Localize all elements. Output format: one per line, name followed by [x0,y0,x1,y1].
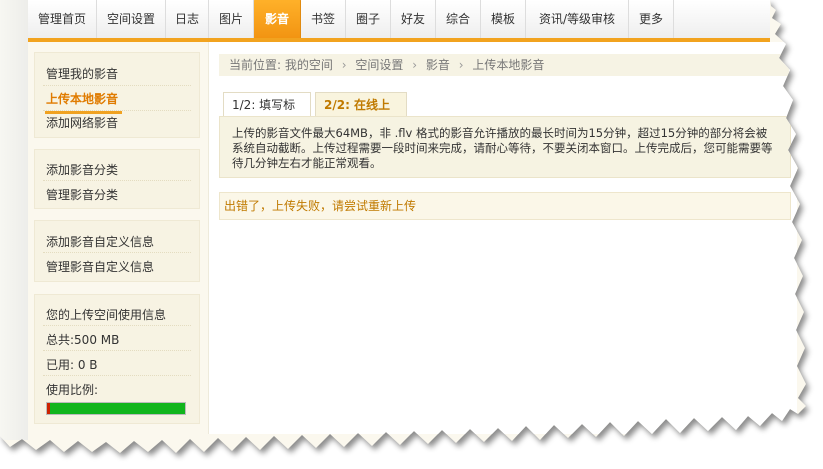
breadcrumb-separator: › [412,58,418,72]
divider [43,252,191,253]
usage-progress-fill [50,403,185,414]
divider [43,110,191,111]
sidebar-usage-panel: 您的上传空间使用信息 总共:500 MB 已用: 0 B 使用比例: [34,294,200,424]
breadcrumb: 当前位置: 我的空间 › 空间设置 › 影音 › 上传本地影音 [219,54,789,76]
breadcrumb-prefix: 当前位置: [229,58,282,72]
nav-item-media[interactable]: 影音 [254,0,301,38]
nav-item-bookmarks[interactable]: 书签 [301,0,346,38]
left-margin-strip [0,0,28,440]
sidebar-item-add-web-media[interactable]: 添加网络影音 [46,114,118,131]
breadcrumb-separator: › [341,58,347,72]
breadcrumb-link-media[interactable]: 影音 [426,58,450,72]
divider [43,180,191,181]
divider [43,325,191,326]
breadcrumb-link-my-space[interactable]: 我的空间 [285,58,333,72]
sidebar-item-manage-custom-info[interactable]: 管理影音自定义信息 [46,258,154,275]
divider [43,375,191,376]
main-content: 当前位置: 我的空间 › 空间设置 › 影音 › 上传本地影音 1/2: 填写标… [208,42,797,434]
nav-item-blog[interactable]: 日志 [166,0,209,38]
nav-item-news-review[interactable]: 资讯/等级审核 [526,0,629,38]
page-sheet: 管理首页 空间设置 日志 图片 影音 书签 圈子 好友 综合 模板 资讯/等级审… [0,0,806,453]
usage-ratio-label: 使用比例: [46,383,99,397]
page-frame: 管理首页 空间设置 日志 图片 影音 书签 圈子 好友 综合 模板 资讯/等级审… [0,0,823,469]
nav-item-circles[interactable]: 圈子 [346,0,391,38]
tab-online-upload[interactable]: 2/2: 在线上传 [315,92,407,136]
tab-fill-title[interactable]: 1/2: 填写标题 [223,92,311,136]
sidebar-group-custom-info: 添加影音自定义信息 管理影音自定义信息 [34,220,200,282]
divider [43,85,191,86]
divider [43,350,191,351]
nav-item-photos[interactable]: 图片 [209,0,254,38]
breadcrumb-current: 上传本地影音 [472,58,545,72]
usage-used: 已用: 0 B [46,358,98,372]
breadcrumb-separator: › [458,58,464,72]
usage-title: 您的上传空间使用信息 [46,308,167,322]
nav-item-templates[interactable]: 模板 [481,0,526,38]
nav-item-more[interactable]: 更多 [629,0,674,38]
sidebar-item-add-custom-info[interactable]: 添加影音自定义信息 [46,233,154,250]
breadcrumb-link-space-settings[interactable]: 空间设置 [355,58,403,72]
sidebar-item-upload-local[interactable]: 上传本地影音 [44,90,123,114]
main-nav: 管理首页 空间设置 日志 图片 影音 书签 圈子 好友 综合 模板 资讯/等级审… [28,0,770,42]
usage-total: 总共:500 MB [46,333,120,347]
sidebar-group-categories: 添加影音分类 管理影音分类 [34,149,200,209]
nav-item-home[interactable]: 管理首页 [28,0,97,38]
upload-error-message: 出错了，上传失败，请尝试重新上传 [219,192,791,220]
nav-item-general[interactable]: 综合 [436,0,481,38]
sidebar-group-media: 管理我的影音 上传本地影音 添加网络影音 [34,52,200,138]
sidebar-item-manage-category[interactable]: 管理影音分类 [46,186,118,203]
sidebar-item-add-category[interactable]: 添加影音分类 [46,161,118,178]
nav-item-space-settings[interactable]: 空间设置 [97,0,166,38]
upload-description: 上传的影音文件最大64MB，非 .flv 格式的影音允许播放的最长时间为15分钟… [219,116,791,178]
sidebar-item-manage-media[interactable]: 管理我的影音 [46,65,118,82]
usage-progress-bar [46,402,186,415]
nav-item-friends[interactable]: 好友 [391,0,436,38]
